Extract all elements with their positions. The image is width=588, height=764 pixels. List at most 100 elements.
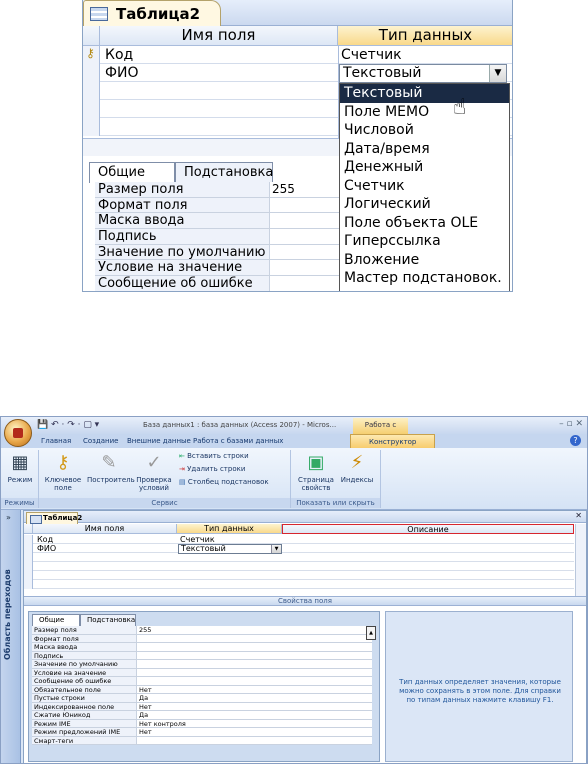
property-value[interactable]: Нет (136, 685, 372, 694)
field-type[interactable]: Счетчик (341, 46, 402, 64)
property-value[interactable]: 255 (136, 626, 372, 635)
tab-lookup[interactable]: Подстановка (175, 162, 273, 183)
quick-access-toolbar[interactable]: 💾 ↶ · ↷ · ▢ ▾ (37, 420, 99, 430)
expand-chevron-icon[interactable]: » (6, 513, 11, 522)
empty-field-row[interactable] (24, 553, 574, 562)
data-type-combo[interactable]: Текстовый ▼ (339, 64, 507, 83)
dropdown-option[interactable]: Поле MEMO (340, 103, 509, 122)
row-selector[interactable] (24, 544, 33, 553)
office-button[interactable] (4, 419, 32, 447)
row-selector[interactable] (83, 82, 100, 100)
property-value[interactable] (136, 660, 372, 669)
dropdown-option[interactable]: Дата/время (340, 140, 509, 159)
help-text: Тип данных определяет значения, которые … (399, 678, 561, 704)
property-value[interactable] (136, 668, 372, 677)
row-selector[interactable]: ⚷ (24, 535, 33, 552)
delete-rows-button[interactable]: ⇥ Удалить строки (179, 465, 245, 473)
table-tab[interactable]: Таблица2 (26, 512, 82, 524)
dropdown-option[interactable]: Поле объекта OLE (340, 214, 509, 233)
dropdown-option[interactable]: Гиперссылка (340, 232, 509, 251)
empty-field-row[interactable] (24, 562, 574, 571)
field-row[interactable]: ⚷ Код Счетчик (83, 46, 512, 64)
row-selector-header[interactable] (24, 524, 33, 534)
row-selector[interactable] (83, 100, 100, 118)
dropdown-option[interactable]: Числовой (340, 121, 509, 140)
document-tab-strip (24, 511, 586, 523)
tab-external-data[interactable]: Внешние данные (127, 434, 191, 448)
chevron-down-icon[interactable]: ▼ (271, 545, 281, 553)
dropdown-option[interactable]: Вложение (340, 251, 509, 270)
property-value[interactable]: Да (136, 711, 372, 720)
property-value-size[interactable]: 255 (269, 182, 339, 198)
navigation-pane[interactable]: » Область переходов (1, 510, 21, 763)
property-value[interactable]: Да (136, 694, 372, 703)
indexes-button[interactable]: ⚡ Индексы (339, 452, 375, 484)
property-label: Условие на значение (32, 668, 136, 677)
primary-key-button[interactable]: ⚷ Ключевое поле (43, 452, 83, 492)
property-value[interactable] (136, 643, 372, 652)
tab-general[interactable]: Общие (32, 614, 80, 626)
property-value[interactable] (269, 276, 339, 291)
property-value[interactable] (269, 244, 339, 261)
dropdown-option[interactable]: Денежный (340, 158, 509, 177)
test-rules-button[interactable]: ✓ Проверка условий (133, 452, 175, 492)
property-sheet-button[interactable]: ▣ Страница свойств (295, 452, 337, 492)
empty-field-row[interactable] (24, 580, 574, 589)
property-value[interactable] (136, 677, 372, 686)
data-type-dropdown[interactable]: Текстовый Поле MEMO Числовой Дата/время … (339, 83, 510, 291)
primary-key-label: Ключевое поле (44, 476, 82, 492)
property-value[interactable] (269, 229, 339, 245)
property-value[interactable] (136, 651, 372, 660)
field-row[interactable]: ФИО (24, 544, 574, 553)
property-label: Сжатие Юникод (32, 711, 136, 720)
table-design-view: Таблица2 ✕ Имя поля Тип данных Описание … (23, 510, 587, 763)
field-name[interactable]: Код (105, 46, 133, 64)
dropdown-option[interactable]: Логический (340, 195, 509, 214)
builder-button[interactable]: ✎ Построитель (87, 452, 135, 484)
tab-database-tools[interactable]: Работа с базами данных (193, 434, 283, 448)
empty-field-row[interactable] (24, 571, 574, 580)
test-rules-label: Проверка условий (136, 476, 172, 492)
row-selector-header[interactable] (83, 26, 100, 46)
property-value[interactable] (269, 197, 339, 214)
dropdown-option[interactable]: Счетчик (340, 177, 509, 196)
tab-home[interactable]: Главная (41, 434, 71, 448)
field-name[interactable]: ФИО (105, 64, 139, 82)
row-selector[interactable] (24, 553, 33, 562)
tab-design[interactable]: Конструктор (350, 434, 436, 448)
scroll-up-arrow-icon[interactable]: ▲ (366, 626, 376, 640)
tab-lookup[interactable]: Подстановка (80, 614, 136, 626)
close-icon[interactable]: ✕ (575, 511, 582, 520)
group-label: Сервис (39, 498, 290, 508)
dropdown-option[interactable]: Текстовый (340, 84, 509, 103)
chevron-down-icon[interactable]: ▼ (489, 65, 506, 82)
field-row[interactable]: ⚷ Код Счетчик (24, 535, 574, 552)
property-value[interactable] (136, 634, 372, 643)
row-selector[interactable] (24, 562, 33, 571)
view-button[interactable]: ▦ Режим (4, 452, 36, 484)
data-type-combo-value: Текстовый (343, 65, 422, 81)
property-value[interactable] (136, 736, 372, 745)
insert-rows-button[interactable]: ⇤ Вставить строки (179, 452, 249, 460)
property-value[interactable] (269, 213, 339, 230)
row-selector[interactable] (24, 580, 33, 589)
row-selector[interactable] (24, 571, 33, 580)
row-selector[interactable]: ⚷ (83, 46, 100, 64)
tab-general[interactable]: Общие (89, 162, 175, 183)
property-value[interactable]: Нет (136, 702, 372, 711)
window-controls[interactable]: – ▫ ✕ (559, 419, 583, 429)
view-button-label: Режим (7, 476, 33, 484)
property-value[interactable] (269, 260, 339, 277)
property-value[interactable]: Нет (136, 728, 372, 737)
table-tab[interactable]: Таблица2 (83, 0, 221, 27)
tab-create[interactable]: Создание (83, 434, 118, 448)
property-value[interactable]: Нет контроля (136, 719, 372, 728)
dropdown-option[interactable]: Мастер подстановок. (340, 269, 509, 288)
vertical-scrollbar[interactable] (575, 524, 586, 596)
lookup-column-button[interactable]: ▤ Столбец подстановок (179, 478, 269, 486)
data-type-combo[interactable]: Текстовый ▼ (178, 544, 282, 554)
row-selector[interactable] (83, 64, 100, 82)
row-selector[interactable] (83, 118, 100, 136)
key-icon: ⚷ (56, 452, 70, 473)
help-icon[interactable]: ? (570, 435, 581, 446)
